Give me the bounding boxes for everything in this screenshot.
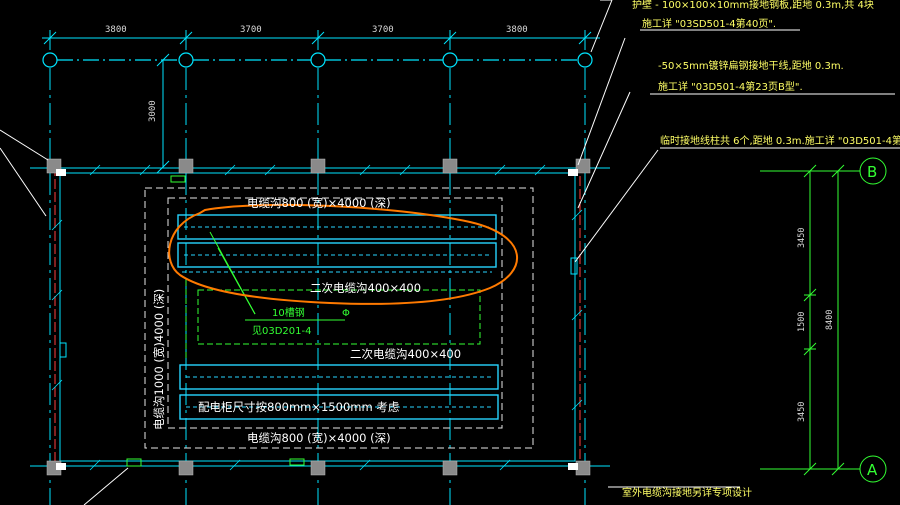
axis-label-b: B: [867, 163, 877, 181]
top-dim-2: 3700: [240, 25, 262, 35]
note-2-line-1: -50×5mm镀锌扁钢接地干线,距地 0.3m.: [658, 59, 844, 72]
cabinet-size-label: 配电柜尺寸按800mm×1500mm 考虑: [198, 400, 400, 414]
right-dim-total: 8400: [825, 310, 835, 330]
green-label-channel: 10槽钢: [272, 306, 305, 319]
note-2-line-2: 施工详 "03D501-4第23页B型".: [658, 80, 803, 93]
secondary-trench-label-1: 二次电缆沟400×400: [310, 281, 421, 295]
secondary-trench-label-2: 二次电缆沟400×400: [350, 347, 461, 361]
note-4: 室外电缆沟接地另详专项设计: [622, 486, 752, 499]
note-1-line-1: 护壁 - 100×100×10mm接地钢板,距地 0.3m,共 4块: [632, 0, 874, 11]
left-dim-label: 3000: [148, 100, 158, 122]
top-dim-4: 3800: [506, 25, 528, 35]
right-dim-1: 3450: [797, 228, 807, 248]
right-dim-2: 1500: [797, 312, 807, 332]
top-dim-1: 3800: [105, 25, 127, 35]
right-dim-3: 3450: [797, 402, 807, 422]
axis-label-a: A: [867, 461, 878, 479]
note-1-line-2: 施工详 "03SD501-4第40页".: [642, 17, 776, 30]
trench-label-top: 电缆沟800 (宽)×4000 (深): [247, 196, 391, 210]
green-label-ref: 见03D201-4: [252, 325, 311, 337]
top-dim-3: 3700: [372, 25, 394, 35]
cad-drawing: 3800 3700 3700 3800 3000 电缆沟800 (宽)×4000…: [0, 0, 900, 505]
note-3: 临时接地线柱共 6个,距地 0.3m.施工详 "03D501-4第41页": [660, 134, 900, 147]
phi-symbol: Φ: [342, 308, 350, 319]
trench-label-left: 电缆沟1000 (宽)4000 (深): [152, 289, 166, 430]
trench-label-bottom: 电缆沟800 (宽)×4000 (深): [247, 431, 391, 445]
